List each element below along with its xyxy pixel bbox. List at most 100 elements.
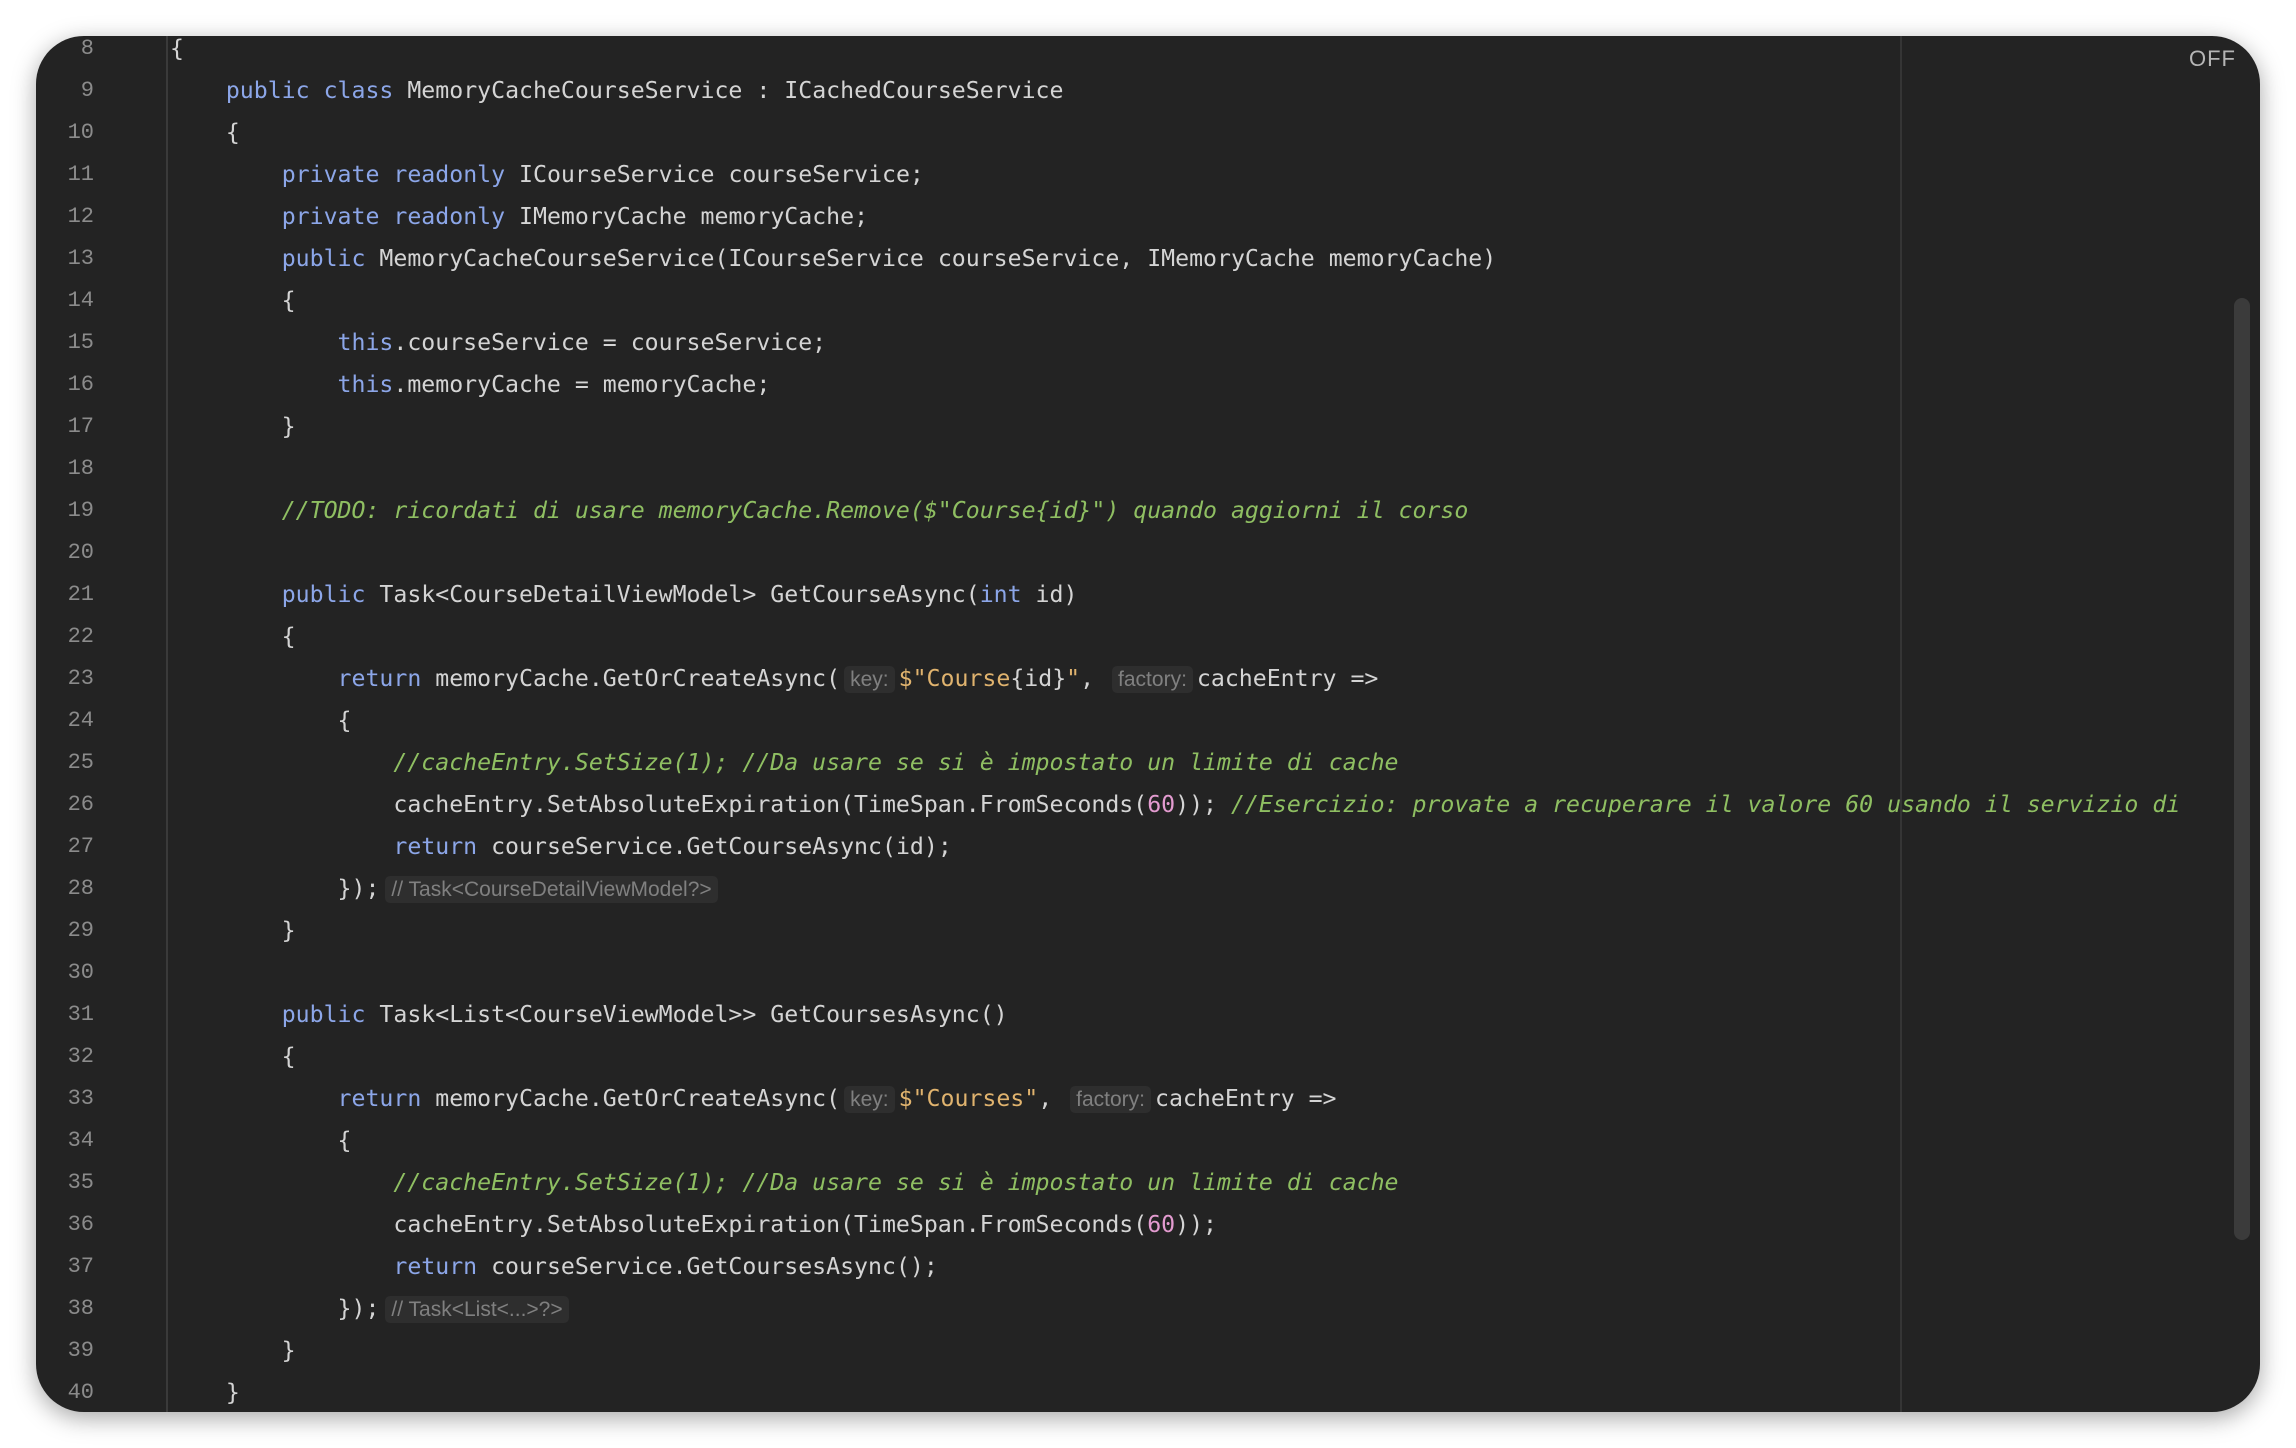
- code-text: });// Task<CourseDetailViewModel?>: [170, 868, 718, 911]
- code-token: cacheEntry.SetAbsoluteExpiration(TimeSpa…: [170, 1211, 1148, 1238]
- code-token: ,: [1080, 665, 1109, 692]
- keyword-token: private: [281, 161, 380, 188]
- code-text: private readonly IMemoryCache memoryCach…: [170, 196, 868, 238]
- code-token: ));: [1175, 791, 1231, 818]
- line-number: 15: [67, 330, 94, 355]
- parameter-hint: factory:: [1070, 1086, 1152, 1113]
- line-number: 12: [67, 204, 94, 229]
- code-token: }: [170, 413, 296, 440]
- code-token: ,: [1038, 1085, 1067, 1112]
- code-editor-window: 8 {9 public class MemoryCacheCourseServic…: [36, 36, 2260, 1412]
- code-token: {: [170, 119, 240, 146]
- code-token: });: [170, 1295, 380, 1322]
- code-token: {: [170, 36, 184, 62]
- comment-token: //cacheEntry.SetSize(1); //Da usare se s…: [393, 1169, 1399, 1196]
- keyword-token: public: [225, 77, 310, 104]
- code-text: //cacheEntry.SetSize(1); //Da usare se s…: [170, 1162, 1399, 1204]
- keyword-token: private: [281, 203, 380, 230]
- comment-token: //cacheEntry.SetSize(1); //Da usare se s…: [393, 749, 1399, 776]
- code-token: {: [170, 707, 352, 734]
- line-number: 37: [67, 1254, 94, 1279]
- code-token: }: [170, 1337, 296, 1364]
- code-token: Task<List<CourseViewModel>> GetCoursesAs…: [365, 1001, 1008, 1028]
- code-text: return courseService.GetCourseAsync(id);: [170, 826, 952, 868]
- code-text: {: [170, 36, 184, 70]
- code-text: {: [170, 112, 240, 154]
- code-text: return memoryCache.GetOrCreateAsync(key:…: [170, 658, 1378, 701]
- keyword-token: int: [979, 581, 1022, 608]
- code-text: this.courseService = courseService;: [170, 322, 827, 364]
- type-hint: // Task<List<...>?>: [385, 1296, 569, 1323]
- string-token: ": [1066, 665, 1081, 692]
- code-text: //cacheEntry.SetSize(1); //Da usare se s…: [170, 742, 1399, 784]
- parameter-hint: factory:: [1112, 666, 1193, 693]
- code-text: return courseService.GetCoursesAsync();: [170, 1246, 937, 1288]
- code-text: });// Task<List<...>?>: [170, 1288, 569, 1331]
- code-token: });: [170, 875, 380, 902]
- line-number: 9: [80, 78, 94, 103]
- code-token: ICourseService courseService;: [505, 161, 924, 188]
- keyword-token: this: [337, 329, 394, 356]
- code-token: }: [170, 1379, 240, 1406]
- code-text: }: [170, 1330, 296, 1372]
- number-token: 60: [1147, 1211, 1176, 1238]
- type-hint: // Task<CourseDetailViewModel?>: [385, 876, 718, 903]
- line-number: 23: [67, 666, 94, 691]
- keyword-token: readonly: [393, 161, 506, 188]
- line-number: 27: [67, 834, 94, 859]
- parameter-hint: key:: [844, 1086, 895, 1113]
- code-token: MemoryCacheCourseService : ICachedCourse…: [393, 77, 1064, 104]
- vertical-scrollbar[interactable]: [2234, 298, 2250, 1240]
- comment-token: //Esercizio: provate a recuperare il val…: [1230, 791, 2181, 818]
- code-token: {id}: [1010, 665, 1067, 692]
- keyword-token: this: [337, 371, 394, 398]
- line-number: 14: [67, 288, 94, 313]
- line-number: 34: [67, 1128, 94, 1153]
- code-text: {: [170, 1036, 296, 1078]
- code-text: public MemoryCacheCourseService(ICourseS…: [170, 238, 1497, 280]
- code-text: {: [170, 616, 296, 658]
- keyword-token: public: [281, 245, 366, 272]
- line-number: 22: [67, 624, 94, 649]
- line-number: 39: [67, 1338, 94, 1363]
- line-number: 40: [67, 1380, 94, 1405]
- parameter-hint: key:: [844, 666, 895, 693]
- code-token: {: [170, 1127, 352, 1154]
- code-token: cacheEntry.SetAbsoluteExpiration(TimeSpa…: [170, 791, 1148, 818]
- code-text: {: [170, 280, 296, 322]
- code-token: }: [170, 917, 296, 944]
- line-number: 10: [67, 120, 94, 145]
- inspection-toggle[interactable]: OFF: [2189, 46, 2236, 72]
- code-text: cacheEntry.SetAbsoluteExpiration(TimeSpa…: [170, 1204, 1217, 1246]
- keyword-token: return: [393, 1253, 478, 1280]
- line-number: 29: [67, 918, 94, 943]
- line-number: 35: [67, 1170, 94, 1195]
- line-number: 21: [67, 582, 94, 607]
- code-text: }: [170, 406, 296, 448]
- code-token: id): [1021, 581, 1078, 608]
- keyword-token: public: [281, 1001, 366, 1028]
- number-token: 60: [1147, 791, 1176, 818]
- code-text: }: [170, 910, 296, 952]
- line-number: 11: [67, 162, 94, 187]
- code-text: return memoryCache.GetOrCreateAsync(key:…: [170, 1078, 1337, 1121]
- line-number: 19: [67, 498, 94, 523]
- line-number: 26: [67, 792, 94, 817]
- keyword-token: class: [323, 77, 394, 104]
- code-token: courseService.GetCourseAsync(id);: [477, 833, 952, 860]
- code-token: {: [170, 623, 296, 650]
- line-number: 30: [67, 960, 94, 985]
